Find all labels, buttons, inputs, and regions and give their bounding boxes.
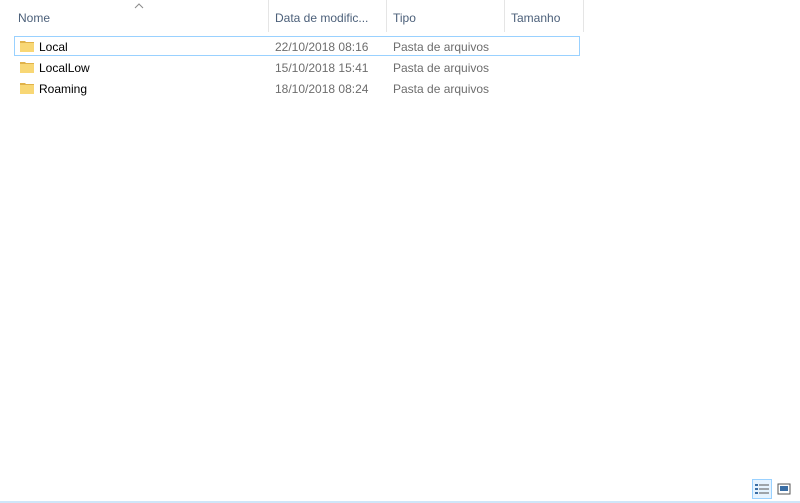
folder-icon xyxy=(20,83,34,94)
file-row-roaming[interactable]: Roaming 18/10/2018 08:24 Pasta de arquiv… xyxy=(14,78,580,98)
large-icons-view-icon xyxy=(777,483,791,495)
column-header-size[interactable]: Tamanho xyxy=(505,0,584,32)
large-icons-view-button[interactable] xyxy=(774,479,794,499)
details-view-icon xyxy=(755,484,769,494)
column-header-type[interactable]: Tipo xyxy=(387,0,505,32)
view-mode-switcher xyxy=(752,479,794,499)
file-date-modified: 18/10/2018 08:24 xyxy=(275,82,369,96)
file-date-modified: 22/10/2018 08:16 xyxy=(275,40,369,54)
file-date-modified: 15/10/2018 15:41 xyxy=(275,61,369,75)
column-header-bar: Nome Data de modific... Tipo Tamanho xyxy=(0,0,584,32)
file-type: Pasta de arquivos xyxy=(393,40,490,54)
folder-icon xyxy=(20,41,34,52)
folder-icon xyxy=(20,62,34,73)
details-view-button[interactable] xyxy=(752,479,772,499)
file-name: LocalLow xyxy=(39,61,90,75)
file-name: Roaming xyxy=(39,82,88,96)
column-header-date-modified[interactable]: Data de modific... xyxy=(269,0,387,32)
file-row-local[interactable]: Local 22/10/2018 08:16 Pasta de arquivos xyxy=(14,36,580,56)
file-name: Local xyxy=(39,40,68,54)
file-type: Pasta de arquivos xyxy=(393,61,490,75)
file-type: Pasta de arquivos xyxy=(393,82,490,96)
sort-ascending-icon xyxy=(134,3,144,9)
file-row-locallow[interactable]: LocalLow 15/10/2018 15:41 Pasta de arqui… xyxy=(14,57,580,77)
